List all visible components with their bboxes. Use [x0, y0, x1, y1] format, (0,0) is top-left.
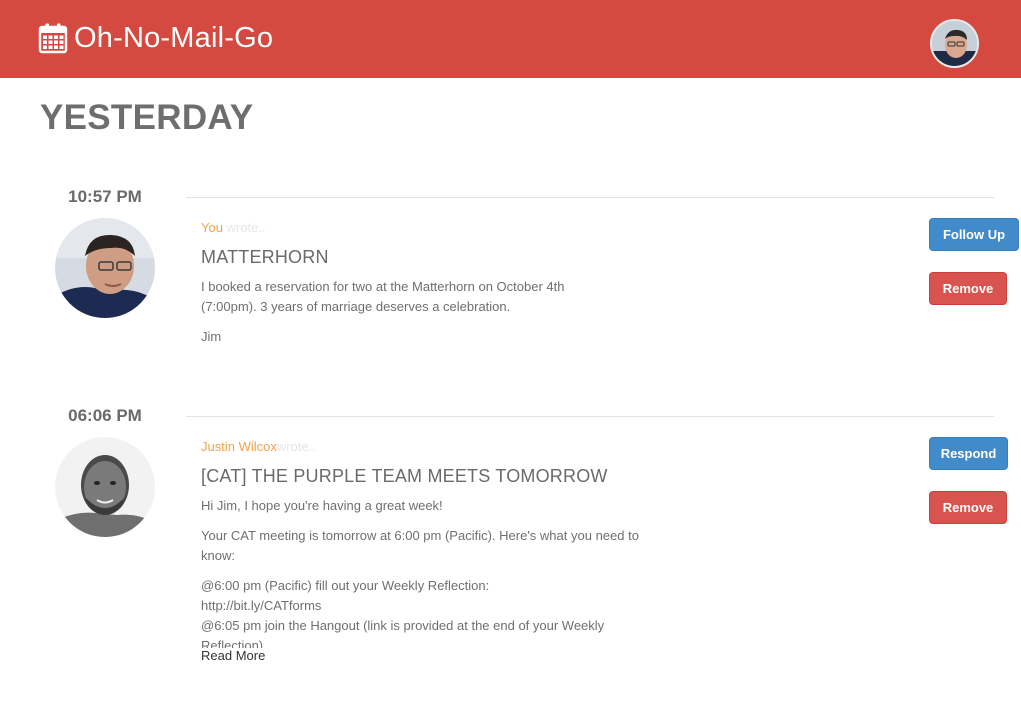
follow-up-button[interactable]: Follow Up: [929, 218, 1019, 251]
signature: Jim: [201, 329, 222, 344]
user-avatar-image: [932, 21, 977, 66]
app-name: Oh-No-Mail-Go: [74, 21, 274, 54]
sender-avatar: [55, 437, 155, 537]
sender-name[interactable]: You: [201, 220, 223, 235]
body-line: (7:00pm). 3 years of marriage deserves a…: [201, 299, 511, 314]
body-line: know:: [201, 548, 235, 563]
brand-link[interactable]: Oh-No-Mail-Go: [38, 18, 273, 58]
message-body: I booked a reservation for two at the Ma…: [201, 277, 671, 357]
section-heading-yesterday: YESTERDAY: [40, 98, 254, 137]
body-link[interactable]: http://bit.ly/CATforms: [201, 596, 671, 616]
message-time: 10:57 PM: [68, 187, 142, 206]
remove-button[interactable]: Remove: [929, 491, 1007, 524]
sender-name[interactable]: Justin Wilcox: [201, 439, 277, 454]
sender-avatar: [55, 218, 155, 318]
message-meta: Justin Wilcoxwrote..: [201, 439, 316, 454]
divider: [186, 197, 994, 198]
calendar-icon: [38, 23, 68, 54]
body-line: Your CAT meeting is tomorrow at 6:00 pm …: [201, 528, 639, 543]
read-more-link[interactable]: Read More: [201, 648, 265, 663]
message-meta: You wrote..: [201, 220, 266, 235]
body-line: Reflection): [201, 638, 264, 648]
wrote-label: wrote..: [276, 439, 316, 454]
wrote-label: wrote..: [226, 220, 266, 235]
user-avatar[interactable]: [930, 19, 979, 68]
message-subject[interactable]: MATTERHORN: [201, 247, 329, 268]
divider: [186, 416, 994, 417]
message-subject[interactable]: [CAT] THE PURPLE TEAM MEETS TOMORROW: [201, 466, 608, 487]
message-body: Hi Jim, I hope you're having a great wee…: [201, 496, 671, 648]
body-line: @6:00 pm (Pacific) fill out your Weekly …: [201, 578, 490, 593]
greeting: Hi Jim, I hope you're having a great wee…: [201, 498, 443, 513]
remove-button[interactable]: Remove: [929, 272, 1007, 305]
body-line: @6:05 pm join the Hangout (link is provi…: [201, 618, 605, 633]
body-line: I booked a reservation for two at the Ma…: [201, 279, 565, 294]
message-time: 06:06 PM: [68, 406, 142, 425]
top-navbar: Oh-No-Mail-Go: [0, 0, 1021, 78]
respond-button[interactable]: Respond: [929, 437, 1008, 470]
